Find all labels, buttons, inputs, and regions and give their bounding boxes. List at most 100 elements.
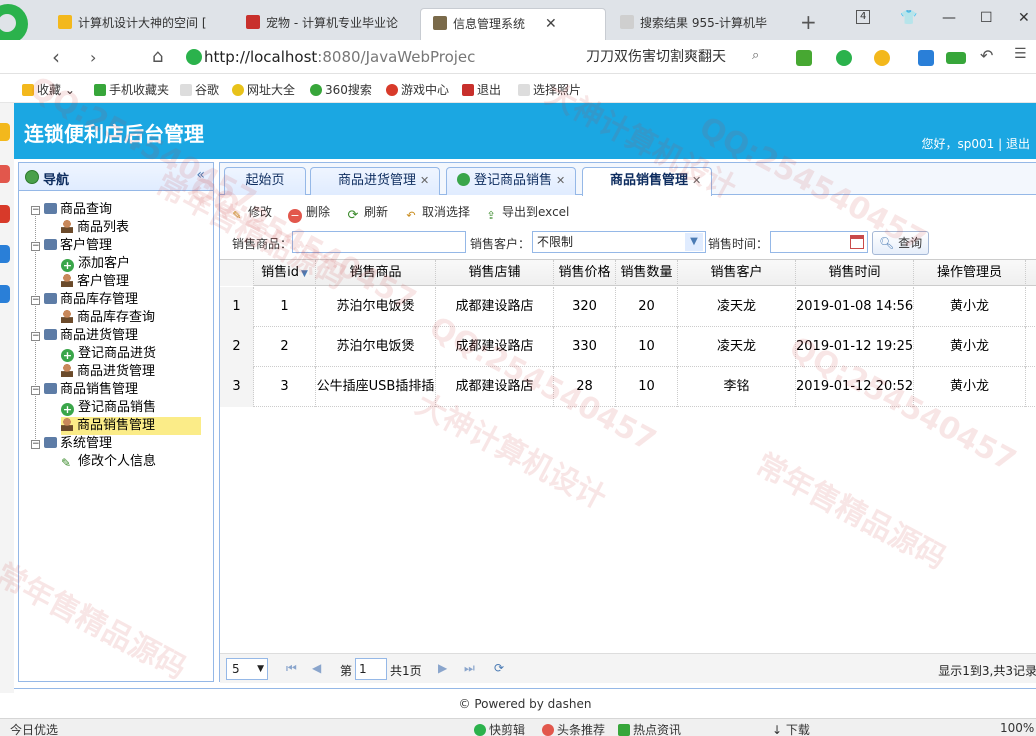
tab-start-page[interactable]: 起始页 <box>224 167 306 195</box>
page-number-input[interactable]: 1 <box>355 658 387 680</box>
back-icon[interactable]: ‹ <box>52 45 60 69</box>
tab-sales-manage[interactable]: 商品销售管理 ✕ <box>582 167 713 196</box>
bookmark-portal[interactable]: 网址大全 <box>232 81 295 98</box>
bookmark-exit[interactable]: 退出 <box>462 81 501 98</box>
close-tab-icon[interactable]: ✕ <box>556 174 565 187</box>
customer-filter-select[interactable]: 不限制 ▼ <box>532 231 706 253</box>
side-cloud-icon[interactable] <box>0 245 10 263</box>
header-store[interactable]: 销售店铺 <box>436 260 554 286</box>
collapse-icon[interactable]: − <box>31 296 40 305</box>
calendar-icon[interactable] <box>850 235 864 249</box>
header-price[interactable]: 销售价格 <box>554 260 616 286</box>
product-filter-input[interactable] <box>292 231 466 253</box>
minimize-icon[interactable]: — <box>942 10 956 26</box>
header-admin[interactable]: 操作管理员 <box>914 260 1026 286</box>
url-input[interactable]: http://localhost:8080/JavaWebProjec <box>204 45 574 69</box>
browser-tab-3-active[interactable]: 信息管理系统 ✕ <box>420 8 606 40</box>
tree-group-product-query[interactable]: − 商品查询 <box>31 201 112 219</box>
header-product[interactable]: 销售商品 <box>316 260 436 286</box>
tree-item-customer-manage[interactable]: 客户管理 <box>61 273 129 291</box>
edit-button[interactable]: ✎ 修改 <box>230 203 272 223</box>
query-button[interactable]: 🔍︎ 查询 <box>872 231 930 255</box>
tree-item-sales-manage-selected[interactable]: 商品销售管理 <box>61 417 201 435</box>
bookmark-mobile[interactable]: 手机收藏夹 <box>94 81 169 98</box>
page-size-select[interactable]: 5 ▼ <box>226 658 268 680</box>
prev-page-icon[interactable]: ◀ <box>312 661 321 675</box>
apps-grid-icon[interactable] <box>918 50 934 66</box>
tree-group-inventory[interactable]: − 商品库存管理 <box>31 291 138 309</box>
tree-item-register-purchase[interactable]: + 登记商品进货 <box>61 345 156 363</box>
tree-item-product-list[interactable]: 商品列表 <box>61 219 129 237</box>
header-quantity[interactable]: 销售数量 <box>616 260 678 286</box>
tree-item-edit-profile[interactable]: ✎ 修改个人信息 <box>61 453 156 471</box>
export-excel-button[interactable]: ⇪ 导出到excel <box>484 203 569 223</box>
status-today-picks[interactable]: 今日优选 <box>10 721 58 736</box>
side-favorite-icon[interactable] <box>0 123 10 141</box>
cancel-selection-button[interactable]: ↶ 取消选择 <box>404 203 470 223</box>
table-row[interactable]: 3 3 公牛插座USB插排插 成都建设路店 28 10 李铭 2019-01-1… <box>220 367 1036 407</box>
time-filter-input[interactable] <box>770 231 868 253</box>
bookmark-favorites[interactable]: 收藏 ⌄ <box>22 81 75 98</box>
status-download[interactable]: ↓ 下载 <box>772 721 810 736</box>
side-mail-icon[interactable] <box>0 165 10 183</box>
collapse-panel-icon[interactable]: « <box>196 167 205 183</box>
tree-group-purchase[interactable]: − 商品进货管理 <box>31 327 138 345</box>
search-icon[interactable]: ⌕ <box>752 48 768 64</box>
delete-button[interactable]: − 删除 <box>288 203 330 223</box>
tab-purchase-manage[interactable]: 商品进货管理 ✕ <box>310 167 441 195</box>
status-headlines[interactable]: 头条推荐 <box>542 721 605 736</box>
tree-group-system[interactable]: − 系统管理 <box>31 435 112 453</box>
scissors-icon[interactable] <box>796 50 812 66</box>
sort-desc-icon[interactable]: ▼ <box>301 269 308 279</box>
collapse-icon[interactable]: − <box>31 206 40 215</box>
header-customer[interactable]: 销售客户 <box>678 260 796 286</box>
collapse-icon[interactable]: − <box>31 440 40 449</box>
undo-icon[interactable]: ↶ <box>980 46 996 65</box>
battery-icon[interactable] <box>946 52 966 64</box>
bookmark-games[interactable]: 游戏中心 <box>386 81 449 98</box>
collapse-icon[interactable]: − <box>31 242 40 251</box>
status-hot-news[interactable]: 热点资讯 <box>618 721 681 736</box>
browser-tab-2[interactable]: 宠物 - 计算机专业毕业论 <box>234 8 420 40</box>
side-app-icon[interactable] <box>0 285 10 303</box>
status-quick-clip[interactable]: 快剪辑 <box>474 721 525 736</box>
header-sale-time[interactable]: 销售时间 <box>796 260 914 286</box>
browser-tab-4[interactable]: 搜索结果 955-计算机毕 <box>608 8 794 40</box>
browser-search-input[interactable]: 刀刀双伤害切割爽翻天 <box>586 45 772 69</box>
table-row[interactable]: 2 2 苏泊尔电饭煲 成都建设路店 330 10 凌天龙 2019-01-12 … <box>220 327 1036 367</box>
close-tab-icon[interactable]: ✕ <box>420 174 429 187</box>
browser-tab-1[interactable]: 计算机设计大神的空间 [ <box>46 8 232 40</box>
close-window-icon[interactable]: ✕ <box>1018 10 1030 26</box>
chevron-down-icon[interactable]: ▼ <box>685 233 703 251</box>
menu-icon[interactable]: ☰ <box>1014 46 1030 62</box>
chevron-down-icon[interactable]: ▼ <box>257 659 264 679</box>
collapse-icon[interactable]: − <box>31 332 40 341</box>
new-tab-plus-icon[interactable]: + <box>800 10 817 34</box>
tree-item-purchase-manage[interactable]: 商品进货管理 <box>61 363 155 381</box>
first-page-icon[interactable]: ⏮ <box>286 661 297 676</box>
home-icon[interactable]: ⌂ <box>152 46 163 67</box>
bookmark-photos[interactable]: 选择照片 <box>518 81 581 98</box>
tab-count-badge[interactable]: 4 <box>856 10 871 24</box>
last-page-icon[interactable]: ⏭ <box>464 661 475 676</box>
tree-item-register-sale[interactable]: + 登记商品销售 <box>61 399 156 417</box>
header-sale-id[interactable]: 销售id ▼ <box>254 260 316 286</box>
user-logout-link[interactable]: 您好，sp001 | 退出 <box>922 135 1030 152</box>
close-tab-icon[interactable]: ✕ <box>692 174 701 187</box>
forward-icon[interactable]: › <box>90 48 96 67</box>
tree-item-inventory-query[interactable]: 商品库存查询 <box>61 309 155 327</box>
zoom-level[interactable]: 100% <box>1000 721 1034 735</box>
tab-register-sale[interactable]: 登记商品销售 ✕ <box>446 167 577 195</box>
collapse-icon[interactable]: − <box>31 386 40 395</box>
translate-icon[interactable] <box>836 50 852 66</box>
table-row[interactable]: 1 1 苏泊尔电饭煲 成都建设路店 320 20 凌天龙 2019-01-08 … <box>220 287 1036 327</box>
side-weibo-icon[interactable] <box>0 205 10 223</box>
tree-group-sales[interactable]: − 商品销售管理 <box>31 381 138 399</box>
maximize-icon[interactable]: ☐ <box>980 10 993 26</box>
next-page-icon[interactable]: ▶ <box>438 661 447 675</box>
bookmark-google[interactable]: 谷歌 <box>180 81 219 98</box>
refresh-button[interactable]: ⟳ 刷新 <box>346 203 388 223</box>
reload-icon[interactable]: ⟳ <box>494 661 504 675</box>
shirt-icon[interactable]: 👕 <box>900 10 917 26</box>
bookmark-360[interactable]: 360搜索 <box>310 81 372 98</box>
